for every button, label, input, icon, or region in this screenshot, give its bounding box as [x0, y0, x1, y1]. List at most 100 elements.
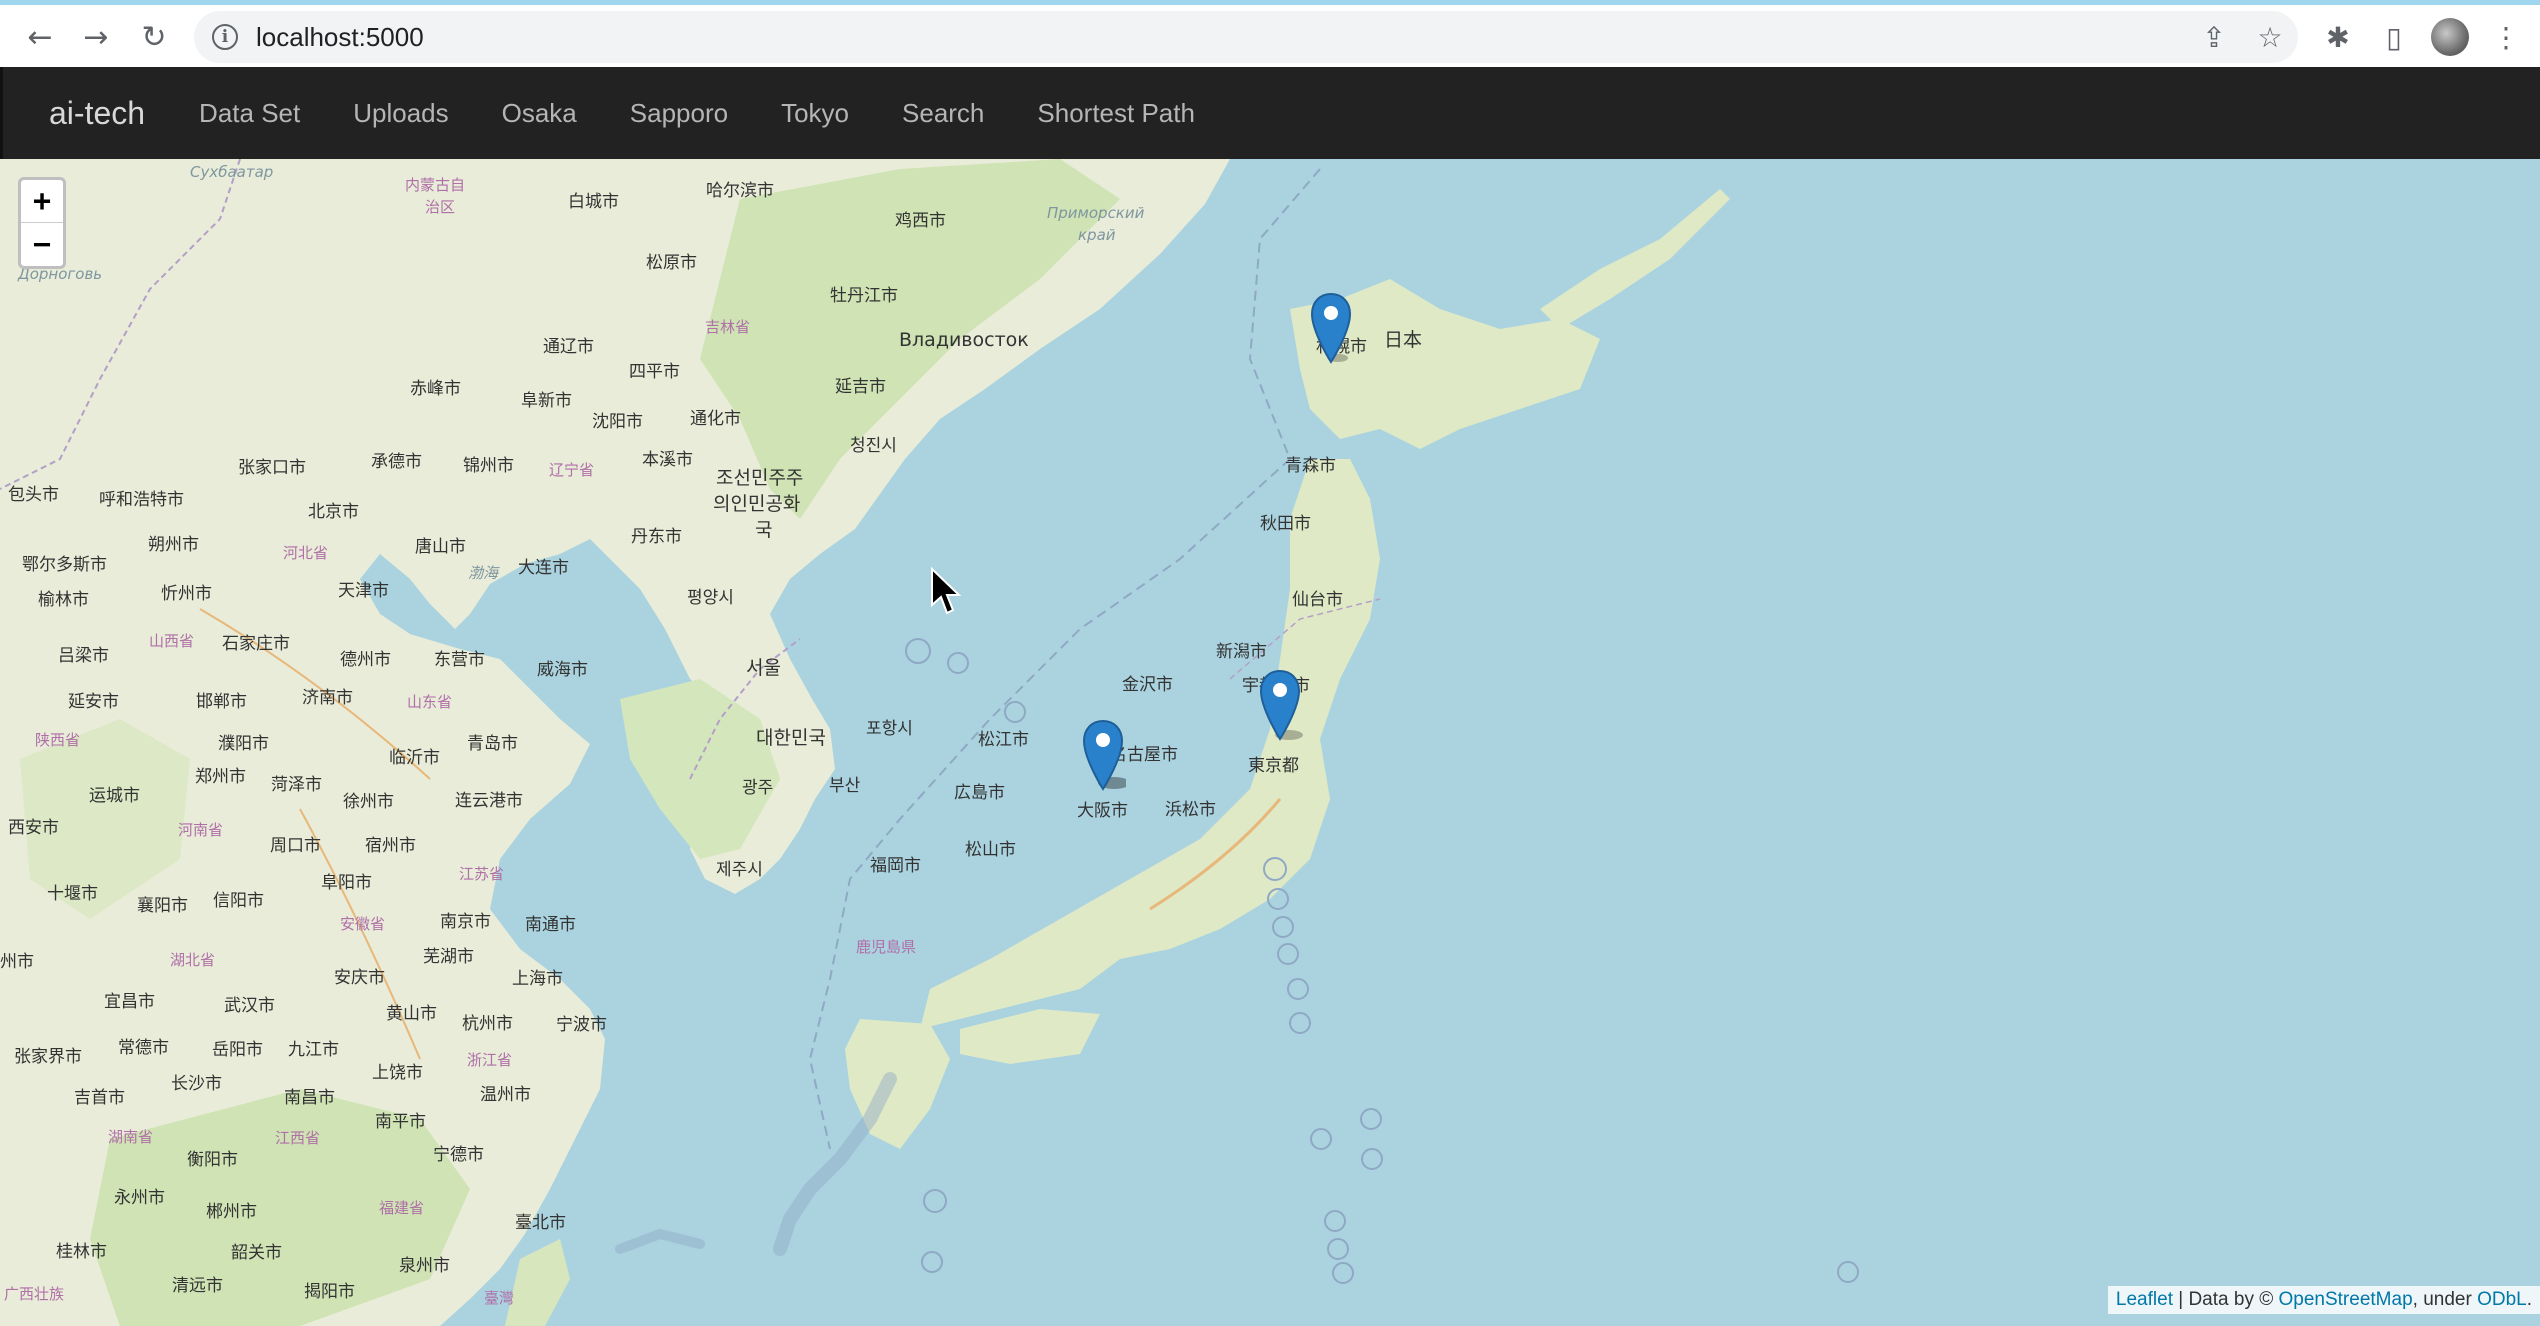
map-label: 张家界市: [14, 1047, 82, 1067]
map-label: 州市: [0, 952, 34, 972]
zoom-in-button[interactable]: +: [21, 180, 63, 223]
leaflet-link[interactable]: Leaflet: [2116, 1289, 2173, 1311]
map-label: 大阪市: [1077, 801, 1128, 821]
map-container[interactable]: Сухбаатар 内蒙古自 治区 白城市 哈尔滨市 鸡西市 Приморски…: [0, 159, 2540, 1326]
map-label: 郴州市: [206, 1202, 257, 1222]
map-label: 连云港市: [455, 791, 523, 811]
nav-osaka[interactable]: Osaka: [502, 98, 577, 129]
small-island: [1277, 943, 1299, 965]
map-label: 西安市: [8, 818, 59, 838]
map-label: 青森市: [1285, 456, 1336, 476]
map-label: 黄山市: [386, 1004, 437, 1024]
map-pin-icon[interactable]: [1257, 669, 1303, 741]
small-island: [923, 1189, 947, 1213]
map-label: 唐山市: [415, 537, 466, 557]
map-label: 河北省: [283, 544, 329, 562]
map-label: 通化市: [690, 409, 741, 429]
url-text[interactable]: localhost:5000: [256, 22, 424, 53]
odbl-link[interactable]: ODbL: [2477, 1289, 2527, 1311]
extensions-icon[interactable]: ✱: [2310, 13, 2366, 61]
small-island: [921, 1251, 943, 1273]
reload-icon[interactable]: ↻: [130, 13, 178, 61]
map-label: 新潟市: [1216, 642, 1267, 662]
ryukyu-islands: [615, 1228, 705, 1254]
map-label: 濮阳市: [218, 734, 269, 754]
nav-sapporo[interactable]: Sapporo: [630, 98, 728, 129]
map-label: 安徽省: [340, 915, 386, 933]
map-label: 松江市: [978, 730, 1029, 750]
map-label: 上饶市: [372, 1063, 423, 1083]
small-island: [905, 638, 931, 664]
openstreetmap-link[interactable]: OpenStreetMap: [2279, 1289, 2413, 1311]
small-island: [1267, 888, 1289, 910]
map-label: 郑州市: [195, 767, 246, 787]
map-pin-icon[interactable]: [1080, 719, 1126, 791]
forward-arrow-icon[interactable]: →: [72, 13, 120, 61]
map-label: 忻州市: [161, 584, 212, 604]
map-label: 石家庄市: [222, 634, 290, 654]
map-pin-icon[interactable]: [1308, 292, 1354, 364]
small-island: [1272, 916, 1294, 938]
nav-data-set[interactable]: Data Set: [199, 98, 300, 129]
map-label: 清远市: [172, 1276, 223, 1296]
map-label: 揭阳市: [304, 1282, 355, 1302]
nav-tokyo[interactable]: Tokyo: [781, 98, 849, 129]
kebab-menu-icon[interactable]: ⋮: [2478, 13, 2534, 61]
map-label: 九江市: [288, 1040, 339, 1060]
map-label: 延吉市: [835, 377, 886, 397]
map-label: 赤峰市: [410, 379, 461, 399]
map-label: 南通市: [525, 915, 576, 935]
share-icon[interactable]: ⇪: [2186, 11, 2242, 63]
map-label: 江西省: [275, 1129, 321, 1147]
map-label: 南京市: [440, 912, 491, 932]
nav-search[interactable]: Search: [902, 98, 984, 129]
zoom-out-button[interactable]: −: [21, 223, 63, 266]
map-label: 대한민국: [756, 727, 826, 749]
taiwan-island: [505, 1239, 570, 1326]
map-label: 天津市: [338, 581, 389, 601]
map-tiles: [0, 159, 1859, 1326]
map-label: 永州市: [114, 1188, 165, 1208]
map-label: 泉州市: [399, 1256, 450, 1276]
map-label: 牡丹江市: [830, 286, 898, 306]
map-label: 周口市: [270, 836, 321, 856]
map-label: 東京都: [1248, 756, 1299, 776]
address-bar[interactable]: i localhost:5000 ⇪ ☆: [194, 11, 2298, 63]
map-label: 日本: [1384, 329, 1423, 351]
map-label: 韶关市: [231, 1243, 282, 1263]
back-arrow-icon[interactable]: ←: [16, 13, 64, 61]
zoom-control: + −: [18, 177, 66, 269]
profile-avatar[interactable]: [2431, 18, 2469, 56]
map-label: 包头市: [8, 485, 59, 505]
map-label: 浙江省: [467, 1051, 513, 1069]
map-label: 宿州市: [365, 836, 416, 856]
ryukyu-islands: [773, 1072, 897, 1256]
map-label: 松山市: [965, 840, 1016, 860]
map-label: 渤海: [468, 564, 499, 582]
small-island: [1289, 1012, 1311, 1034]
brand-link[interactable]: ai-tech: [49, 95, 145, 132]
nav-shortest-path[interactable]: Shortest Path: [1037, 98, 1195, 129]
small-island: [1327, 1238, 1349, 1260]
map-label: 丹东市: [631, 527, 682, 547]
star-icon[interactable]: ☆: [2242, 11, 2298, 63]
map-label: 张家口市: [238, 458, 306, 478]
map-label: 锦州市: [463, 456, 514, 476]
browser-toolbar: ← → ↻ i localhost:5000 ⇪ ☆ ✱ ▯ ⋮: [0, 0, 2540, 67]
map-label: 大连市: [518, 558, 569, 578]
map-label: край: [1078, 226, 1116, 244]
side-panel-icon[interactable]: ▯: [2366, 13, 2422, 61]
nav-uploads[interactable]: Uploads: [353, 98, 448, 129]
map-label: 山西省: [149, 632, 195, 650]
attribution-text: .: [2526, 1289, 2532, 1310]
map-label: 吕梁市: [58, 646, 109, 666]
small-island: [1310, 1128, 1332, 1150]
map-label: 청진시: [850, 436, 897, 456]
map-label: 岳阳市: [212, 1040, 263, 1060]
map-label: 青岛市: [467, 734, 518, 754]
map-label: 桂林市: [56, 1242, 107, 1262]
map-label: 运城市: [89, 786, 140, 806]
map-label: 吉首市: [74, 1088, 125, 1108]
site-info-icon[interactable]: i: [212, 24, 238, 50]
map-label: Владивосток: [899, 329, 1029, 351]
